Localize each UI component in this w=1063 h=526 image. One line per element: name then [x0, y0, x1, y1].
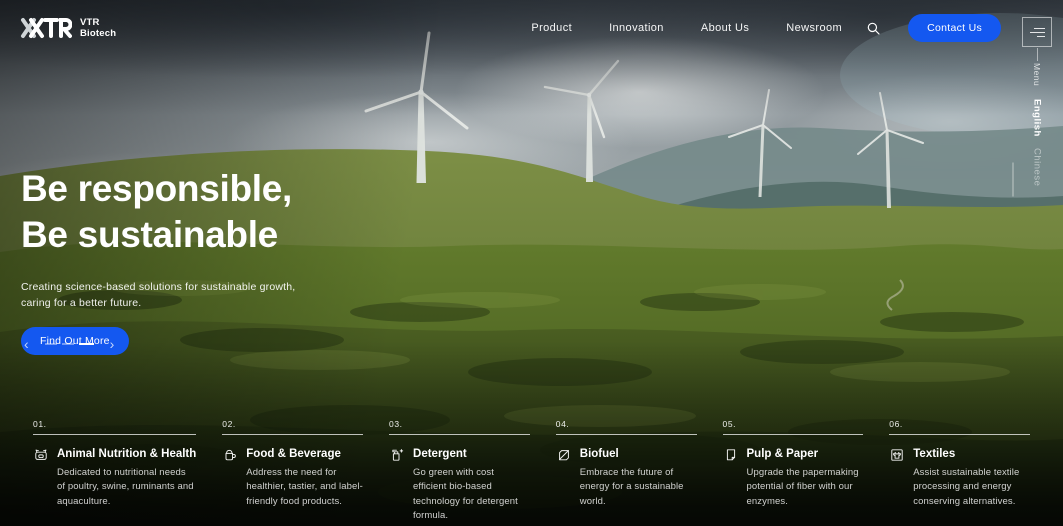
nav-item-product[interactable]: Product	[531, 22, 572, 34]
menu-label[interactable]: Menu	[1032, 63, 1042, 86]
card-number: 04.	[556, 419, 697, 429]
category-cards: 01. Animal Nutrition & Health Dedicated …	[33, 419, 1030, 523]
language-english[interactable]: English	[1032, 99, 1043, 137]
brand-name: VTR Biotech	[80, 17, 116, 40]
hero-title: Be responsible, Be sustainable	[21, 166, 295, 258]
nav-item-newsroom[interactable]: Newsroom	[786, 22, 842, 34]
brand-logo[interactable]: VTR Biotech	[20, 17, 116, 40]
card-description: Dedicated to nutritional needs of poultr…	[57, 466, 196, 509]
brand-name-bottom: Biotech	[80, 28, 116, 39]
carousel-indicator-2[interactable]	[62, 343, 74, 345]
main-nav: Product Innovation About Us Newsroom	[531, 22, 842, 34]
card-description: Embrace the future of energy for a susta…	[580, 466, 697, 509]
card-number: 03.	[389, 419, 530, 429]
card-number: 06.	[889, 419, 1030, 429]
card-number: 01.	[33, 419, 196, 429]
header: VTR Biotech Product Innovation About Us …	[0, 0, 1063, 42]
hero-subtitle: Creating science-based solutions for sus…	[21, 279, 295, 312]
card-title: Food & Beverage	[246, 448, 363, 460]
card-divider	[889, 434, 1030, 435]
hamburger-menu-icon[interactable]	[1022, 17, 1052, 47]
card-description: Go green with cost efficient bio-based t…	[413, 466, 530, 523]
card-title: Detergent	[413, 448, 530, 460]
search-icon[interactable]	[867, 22, 880, 35]
card-description: Upgrade the papermaking potential of fib…	[747, 466, 864, 509]
shirt-icon	[889, 447, 905, 463]
card-title: Biofuel	[580, 448, 697, 460]
hero-subtitle-line1: Creating science-based solutions for sus…	[21, 281, 295, 293]
hero-title-line2: Be sustainable	[21, 214, 278, 255]
detergent-bottle-icon	[389, 447, 405, 463]
language-chinese[interactable]: Chinese	[1032, 148, 1043, 186]
carousel-next-icon[interactable]: ›	[106, 335, 119, 353]
card-description: Assist sustainable textile processing an…	[913, 466, 1030, 509]
card-title: Pulp & Paper	[747, 448, 864, 460]
card-animal-nutrition[interactable]: 01. Animal Nutrition & Health Dedicated …	[33, 419, 196, 523]
contact-us-button[interactable]: Contact Us	[908, 14, 1001, 42]
rail-divider	[1037, 48, 1038, 61]
card-divider	[222, 434, 363, 435]
card-divider	[556, 434, 697, 435]
carousel-prev-icon[interactable]: ‹	[20, 335, 33, 353]
landing-page: VTR Biotech Product Innovation About Us …	[0, 0, 1063, 526]
card-biofuel[interactable]: 04. Biofuel Embrace the future of energy…	[556, 419, 697, 523]
card-detergent[interactable]: 03. Detergent Go green with cost efficie…	[389, 419, 530, 523]
carousel-indicator-3-active[interactable]	[79, 343, 94, 345]
card-description: Address the need for healthier, tastier,…	[246, 466, 363, 509]
card-divider	[723, 434, 864, 435]
pig-icon	[33, 447, 49, 463]
side-rail: Menu English Chinese	[1021, 17, 1053, 186]
card-divider	[389, 434, 530, 435]
card-food-beverage[interactable]: 02. Food & Beverage Address the need for…	[222, 419, 363, 523]
paper-icon	[723, 447, 739, 463]
carousel-indicator-1[interactable]	[45, 343, 57, 345]
hero-subtitle-line2: caring for a better future.	[21, 297, 141, 309]
mug-icon	[222, 447, 238, 463]
card-title: Animal Nutrition & Health	[57, 448, 196, 460]
hero-title-line1: Be responsible,	[21, 168, 292, 209]
card-title: Textiles	[913, 448, 1030, 460]
carousel-indicators	[45, 343, 94, 345]
card-textiles[interactable]: 06. Textiles Assist sustainable textile …	[889, 419, 1030, 523]
card-number: 02.	[222, 419, 363, 429]
fuel-can-icon	[556, 447, 572, 463]
brand-name-top: VTR	[80, 17, 116, 28]
card-divider	[33, 434, 196, 435]
nav-item-about-us[interactable]: About Us	[701, 22, 749, 34]
card-pulp-paper[interactable]: 05. Pulp & Paper Upgrade the papermaking…	[723, 419, 864, 523]
vtr-logo-icon	[20, 17, 72, 39]
hero-copy: Be responsible, Be sustainable Creating …	[21, 166, 295, 355]
nav-item-innovation[interactable]: Innovation	[609, 22, 664, 34]
carousel-controls: ‹ ›	[20, 335, 118, 353]
card-number: 05.	[723, 419, 864, 429]
